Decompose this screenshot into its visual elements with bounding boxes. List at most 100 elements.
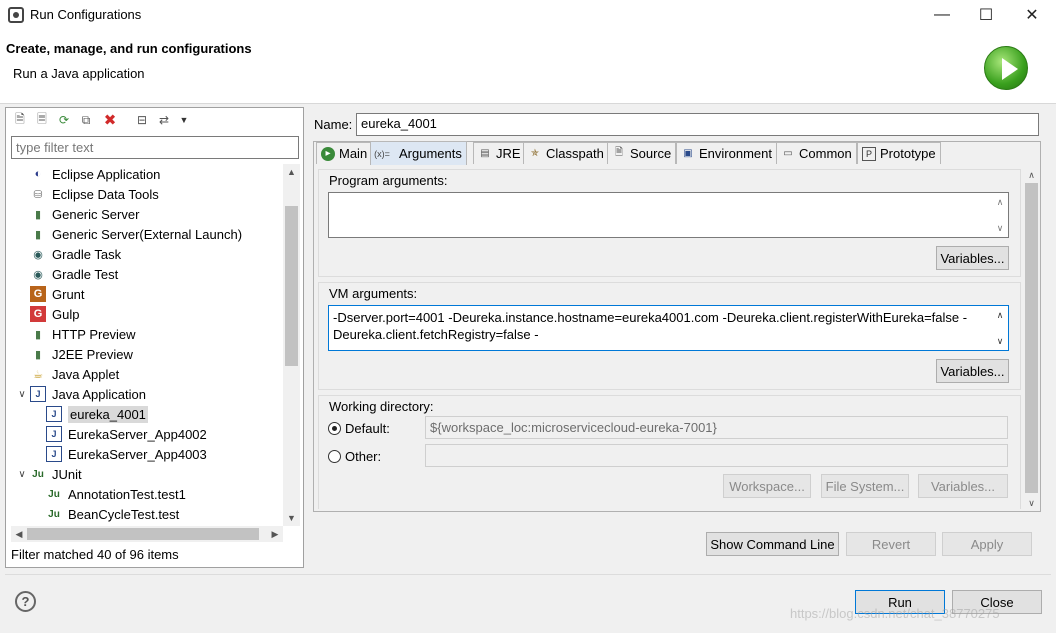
database-icon: ⛁: [33, 188, 43, 201]
tab-main[interactable]: ▸ Main: [316, 142, 373, 164]
close-window-button[interactable]: ✕: [1009, 0, 1055, 30]
server-icon: ▮: [34, 208, 42, 221]
scroll-down-icon[interactable]: ▼: [283, 510, 300, 526]
jre-icon: ▤: [480, 148, 490, 159]
scrollbar-thumb[interactable]: [285, 206, 298, 366]
common-icon: ▭: [783, 148, 793, 159]
expand-java-application-chevron-icon[interactable]: ∨: [16, 384, 28, 404]
server-icon: ▮: [34, 228, 42, 241]
program-arguments-input[interactable]: ∧ ∨: [328, 192, 1009, 238]
scroll-left-icon[interactable]: ◀: [11, 526, 27, 542]
tree-horizontal-scrollbar[interactable]: ◀ ▶: [11, 526, 283, 542]
tree-item-selected[interactable]: J eureka_4001: [46, 404, 148, 424]
tree-vertical-scrollbar[interactable]: ▲ ▼: [283, 164, 300, 526]
scroll-up-icon[interactable]: ∧: [992, 195, 1008, 209]
maximize-button[interactable]: ☐: [963, 0, 1009, 30]
delete-icon[interactable]: ✖: [102, 112, 118, 129]
other-radio[interactable]: [328, 450, 341, 463]
scroll-up-icon[interactable]: ∧: [1023, 167, 1040, 183]
editor-vertical-scrollbar[interactable]: ∧ ∨: [1023, 167, 1040, 511]
vm-arguments-input[interactable]: -Dserver.port=4001 -Deureka.instance.hos…: [328, 305, 1009, 351]
tab-jre[interactable]: ▤ JRE: [473, 142, 526, 164]
export-config-icon[interactable]: ⟳: [56, 112, 72, 128]
scroll-up-icon[interactable]: ∧: [992, 308, 1008, 322]
scroll-down-icon[interactable]: ∨: [1023, 495, 1040, 511]
other-directory-field[interactable]: [425, 444, 1008, 467]
scroll-right-icon[interactable]: ▶: [267, 526, 283, 542]
working-directory-label: Working directory:: [329, 399, 434, 414]
tree-item[interactable]: ▮ J2EE Preview: [30, 344, 133, 364]
apply-button[interactable]: Apply: [942, 532, 1032, 556]
arguments-icon: (x)=: [374, 148, 390, 159]
java-app-icon: J: [30, 386, 46, 402]
vm-variables-button[interactable]: Variables...: [936, 359, 1009, 383]
show-command-line-button[interactable]: Show Command Line: [706, 532, 839, 556]
scrollbar-thumb[interactable]: [27, 528, 259, 540]
new-config-icon[interactable]: 🗎: [12, 112, 28, 128]
junit-icon: Ju: [32, 468, 44, 480]
duplicate-icon[interactable]: ⧉: [78, 112, 94, 128]
tab-classpath[interactable]: ✯ Classpath: [523, 142, 609, 164]
config-toolbar: 🗎 🗏 ⟳ ⧉ ✖ ⊟ ⇄ ▼: [6, 108, 303, 133]
main-icon: ▸: [321, 146, 335, 161]
tree-item[interactable]: ◐ Eclipse Application: [30, 164, 161, 184]
tab-environment[interactable]: ▣ Environment: [676, 142, 777, 164]
name-input[interactable]: eureka_4001: [356, 113, 1039, 136]
program-arguments-label: Program arguments:: [329, 173, 448, 188]
tree-item[interactable]: ◉ Gradle Test: [30, 264, 118, 284]
other-radio-option[interactable]: Other:: [328, 449, 381, 464]
tree-item[interactable]: Ju BeanCycleTest.test: [46, 504, 179, 524]
tree-item[interactable]: J Java Application: [30, 384, 146, 404]
tree-item[interactable]: ⛁ Eclipse Data Tools: [30, 184, 158, 204]
configuration-list-panel: 🗎 🗏 ⟳ ⧉ ✖ ⊟ ⇄ ▼ ◐ Eclipse Application ⛁ …: [5, 107, 304, 568]
java-app-icon: J: [46, 406, 62, 422]
tab-source[interactable]: 🗎 Source: [607, 142, 677, 164]
default-radio-option[interactable]: Default:: [328, 421, 390, 436]
help-icon[interactable]: ?: [15, 591, 36, 612]
tree-item[interactable]: Ju JUnit: [30, 464, 81, 484]
tree-item[interactable]: J EurekaServer_App4002: [46, 424, 207, 444]
server-icon: ▮: [34, 348, 42, 361]
revert-button[interactable]: Revert: [846, 532, 936, 556]
configuration-tree: ◐ Eclipse Application ⛁ Eclipse Data Too…: [6, 164, 284, 524]
applet-icon: ☕: [33, 368, 43, 381]
config-editor-panel: ▸ Main (x)= Arguments ▤ JRE ✯ Classpath …: [313, 141, 1041, 512]
textarea-scrollbar[interactable]: ∧ ∨: [992, 193, 1008, 237]
scroll-down-icon[interactable]: ∨: [992, 221, 1008, 235]
tree-item[interactable]: G Gulp: [30, 304, 79, 324]
tab-common[interactable]: ▭ Common: [776, 142, 857, 164]
working-dir-variables-button[interactable]: Variables...: [918, 474, 1008, 498]
eclipse-icon: ◐: [34, 168, 42, 180]
watermark: https://blog.csdn.net/chat_38770275: [790, 606, 1000, 621]
new-prototype-icon[interactable]: 🗏: [34, 112, 50, 128]
program-variables-button[interactable]: Variables...: [936, 246, 1009, 270]
tree-item[interactable]: G Grunt: [30, 284, 85, 304]
view-menu-chevron-down-icon[interactable]: ▼: [176, 112, 192, 128]
scroll-down-icon[interactable]: ∨: [992, 334, 1008, 348]
tree-item[interactable]: Ju AnnotationTest.test1: [46, 484, 186, 504]
tree-item[interactable]: J EurekaServer_App4003: [46, 444, 207, 464]
tree-item[interactable]: ☕ Java Applet: [30, 364, 119, 384]
dialog-header: Create, manage, and run configurations R…: [0, 30, 1056, 104]
separator: [5, 574, 1051, 575]
minimize-button[interactable]: —: [919, 0, 965, 30]
collapse-all-icon[interactable]: ⊟: [134, 112, 150, 128]
expand-junit-chevron-icon[interactable]: ∨: [16, 464, 28, 484]
tab-arguments[interactable]: (x)= Arguments: [370, 141, 467, 165]
tree-item[interactable]: ▮ HTTP Preview: [30, 324, 136, 344]
tree-item[interactable]: ◉ Gradle Task: [30, 244, 121, 264]
tab-prototype[interactable]: P Prototype: [857, 142, 941, 164]
workspace-button[interactable]: Workspace...: [723, 474, 811, 498]
filter-input[interactable]: [11, 136, 299, 159]
environment-icon: ▣: [683, 148, 693, 159]
gradle-icon: ◉: [33, 248, 43, 261]
scrollbar-thumb[interactable]: [1025, 183, 1038, 493]
textarea-scrollbar[interactable]: ∧ ∨: [992, 306, 1008, 350]
file-system-button[interactable]: File System...: [821, 474, 909, 498]
scroll-up-icon[interactable]: ▲: [283, 164, 300, 180]
tree-item[interactable]: ▮ Generic Server(External Launch): [30, 224, 242, 244]
source-icon: 🗎: [614, 147, 624, 158]
default-radio[interactable]: [328, 422, 341, 435]
filter-icon[interactable]: ⇄: [156, 112, 172, 128]
tree-item[interactable]: ▮ Generic Server: [30, 204, 139, 224]
